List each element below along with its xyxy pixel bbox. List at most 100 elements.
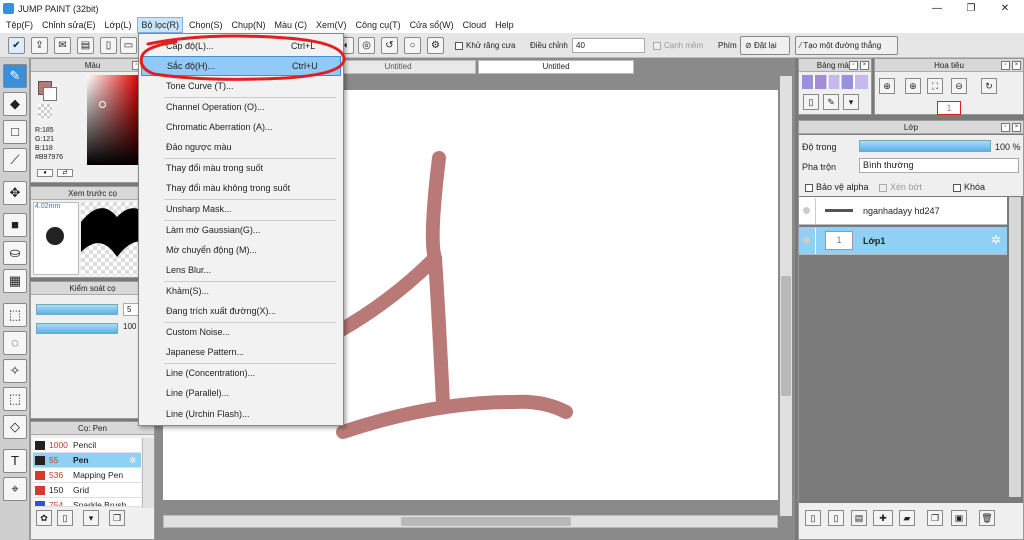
eyedropper-small-icon[interactable]: ●: [37, 169, 53, 177]
brush-item-grid[interactable]: 150 Grid: [33, 483, 141, 498]
brush-size-slider[interactable]: [36, 304, 118, 315]
menu-window[interactable]: Cửa sổ(W): [407, 17, 457, 33]
menu-item-unsharp-mask[interactable]: Unsharp Mask...: [141, 199, 341, 219]
swap-icon[interactable]: ⇄: [57, 169, 73, 177]
new-layer-icon[interactable]: ▯: [805, 510, 821, 526]
delete-layer-icon[interactable]: 🗑: [979, 510, 995, 526]
menu-filter[interactable]: Bộ lọc(R): [137, 17, 183, 33]
palette-swatches[interactable]: [802, 75, 868, 89]
lock-toggle[interactable]: Khóa: [953, 182, 985, 192]
layer-duplicate-icon[interactable]: ❐: [927, 510, 943, 526]
menu-item-motion-blur[interactable]: Mờ chuyển động (M)...: [141, 240, 341, 260]
visibility-icon[interactable]: [803, 237, 810, 244]
brush-item-mapping-pen[interactable]: 536 Mapping Pen: [33, 468, 141, 483]
zoom-in-icon[interactable]: ⊕: [879, 78, 895, 94]
select-eraser-icon[interactable]: ◇: [3, 415, 27, 439]
hscroll-thumb[interactable]: [401, 517, 571, 526]
ring-icon[interactable]: ○: [404, 37, 421, 54]
clipping-checkbox[interactable]: [879, 183, 887, 192]
add-brush-icon[interactable]: ✿: [36, 510, 52, 526]
tool-icon[interactable]: ▭: [120, 37, 137, 54]
fit-icon[interactable]: ⛶: [927, 78, 943, 94]
menu-view[interactable]: Xem(V): [313, 17, 350, 33]
smooth-toggle[interactable]: Cạnh mềm: [653, 37, 703, 54]
menu-item-lens-blur[interactable]: Lens Blur...: [141, 260, 341, 280]
note-icon[interactable]: ▤: [77, 37, 94, 54]
navigator-close-icon[interactable]: ×: [1012, 61, 1021, 70]
menu-layer[interactable]: Lớp(L): [102, 17, 135, 33]
eraser-tool-icon[interactable]: ◆: [3, 92, 27, 116]
export-icon[interactable]: ⇪: [31, 37, 48, 54]
tab-untitled-2[interactable]: Untitled: [478, 60, 634, 74]
menu-item-chromatic-aberration[interactable]: Chromatic Aberration (A)...: [141, 117, 341, 137]
transparent-swatch[interactable]: [38, 104, 52, 118]
visibility-icon[interactable]: [803, 207, 810, 214]
straight-line-button[interactable]: ⁄ Tạo một đường thẳng: [795, 36, 898, 55]
antialias-checkbox[interactable]: [455, 41, 463, 50]
rect-select-icon[interactable]: ⬚: [3, 303, 27, 327]
brush-menu-icon[interactable]: ▾: [83, 510, 99, 526]
navigator-thumbnail[interactable]: 1: [937, 101, 961, 115]
menu-select[interactable]: Chọn(S): [186, 17, 226, 33]
canvas-horizontal-scrollbar[interactable]: [163, 515, 778, 528]
page-icon[interactable]: ▯: [100, 37, 117, 54]
lock-checkbox[interactable]: [953, 183, 961, 192]
zoom-in-2-icon[interactable]: ⊕: [905, 78, 921, 94]
menu-cloud[interactable]: Cloud: [460, 17, 490, 33]
eyedropper-tool-icon[interactable]: ⌖: [3, 477, 27, 501]
menu-help[interactable]: Help: [492, 17, 517, 33]
gradient-tool-icon[interactable]: ▦: [3, 269, 27, 293]
saturation-value-picker[interactable]: [87, 75, 139, 165]
layer-merge-icon[interactable]: ▣: [951, 510, 967, 526]
layer-folder-icon[interactable]: ▰: [899, 510, 915, 526]
pen-tool-icon[interactable]: ✎: [3, 64, 27, 88]
fill-rect-tool-icon[interactable]: ■: [3, 213, 27, 237]
brush-density-slider[interactable]: [36, 323, 118, 334]
palette-edit-icon[interactable]: ✎: [823, 94, 839, 110]
layer-text-icon[interactable]: ▤: [851, 510, 867, 526]
check-icon[interactable]: ✔: [8, 37, 25, 54]
line-tool-icon[interactable]: ⟋: [3, 148, 27, 172]
brush-item-pen[interactable]: 55 Pen ✲: [33, 453, 141, 468]
antialias-toggle[interactable]: Khử răng cưa: [455, 37, 515, 54]
move-tool-icon[interactable]: ✥: [3, 181, 27, 205]
bucket-tool-icon[interactable]: ⛀: [3, 241, 27, 265]
palette-float-icon[interactable]: ▫: [849, 61, 858, 70]
restore-button[interactable]: ❐: [954, 0, 988, 17]
menu-item-mosaic[interactable]: Khảm(S)...: [141, 281, 341, 301]
protect-alpha-checkbox[interactable]: [805, 183, 813, 192]
protect-alpha-toggle[interactable]: Bảo vệ alpha: [805, 182, 869, 192]
picker-cursor[interactable]: [99, 101, 106, 108]
menu-item-custom-noise[interactable]: Custom Noise...: [141, 322, 341, 342]
rotate-icon[interactable]: ↺: [381, 37, 398, 54]
comment-icon[interactable]: ✉: [54, 37, 71, 54]
layer-row[interactable]: nganhadayy hd247: [799, 197, 1007, 225]
menu-item-line-concentration[interactable]: Line (Concentration)...: [141, 363, 341, 383]
menu-item-channel-operation[interactable]: Channel Operation (O)...: [141, 97, 341, 117]
menu-item-opaque-color[interactable]: Thay đổi màu không trong suốt: [141, 178, 341, 198]
menu-color[interactable]: Màu (C): [272, 17, 311, 33]
palette-new-icon[interactable]: ▯: [803, 94, 819, 110]
lasso-select-icon[interactable]: ◌: [3, 331, 27, 355]
navigator-float-icon[interactable]: ▫: [1001, 61, 1010, 70]
palette-close-icon[interactable]: ×: [860, 61, 869, 70]
layer-row-selected[interactable]: 1 Lớp1 ✲: [799, 227, 1007, 255]
new-layer-2-icon[interactable]: ▯: [828, 510, 844, 526]
menu-item-gaussian-blur[interactable]: Làm mờ Gaussian(G)...: [141, 220, 341, 240]
reset-button[interactable]: ⊘ Đặt lại: [740, 36, 790, 55]
menu-file[interactable]: Tệp(F): [3, 17, 36, 33]
layer-scrollbar[interactable]: [1009, 197, 1021, 497]
menu-item-transparent-color[interactable]: Thay đổi màu trong suốt: [141, 158, 341, 178]
brush-list-scrollbar[interactable]: [142, 438, 154, 508]
select-pen-icon[interactable]: ⬚: [3, 387, 27, 411]
menu-tools[interactable]: Công cụ(T): [353, 17, 404, 33]
layer-close-icon[interactable]: ×: [1012, 123, 1021, 132]
layer-float-icon[interactable]: ▫: [1001, 123, 1010, 132]
menu-item-invert[interactable]: Đảo ngược màu: [141, 137, 341, 157]
brush-item-pencil[interactable]: 1000 Pencil: [33, 438, 141, 453]
menu-item-japanese-pattern[interactable]: Japanese Pattern...: [141, 342, 341, 362]
menu-item-line-parallel[interactable]: Line (Parallel)...: [141, 383, 341, 403]
minimize-button[interactable]: —: [920, 0, 954, 17]
menu-item-line-urchin-flash[interactable]: Line (Urchin Flash)...: [141, 404, 341, 424]
magic-wand-icon[interactable]: ✧: [3, 359, 27, 383]
